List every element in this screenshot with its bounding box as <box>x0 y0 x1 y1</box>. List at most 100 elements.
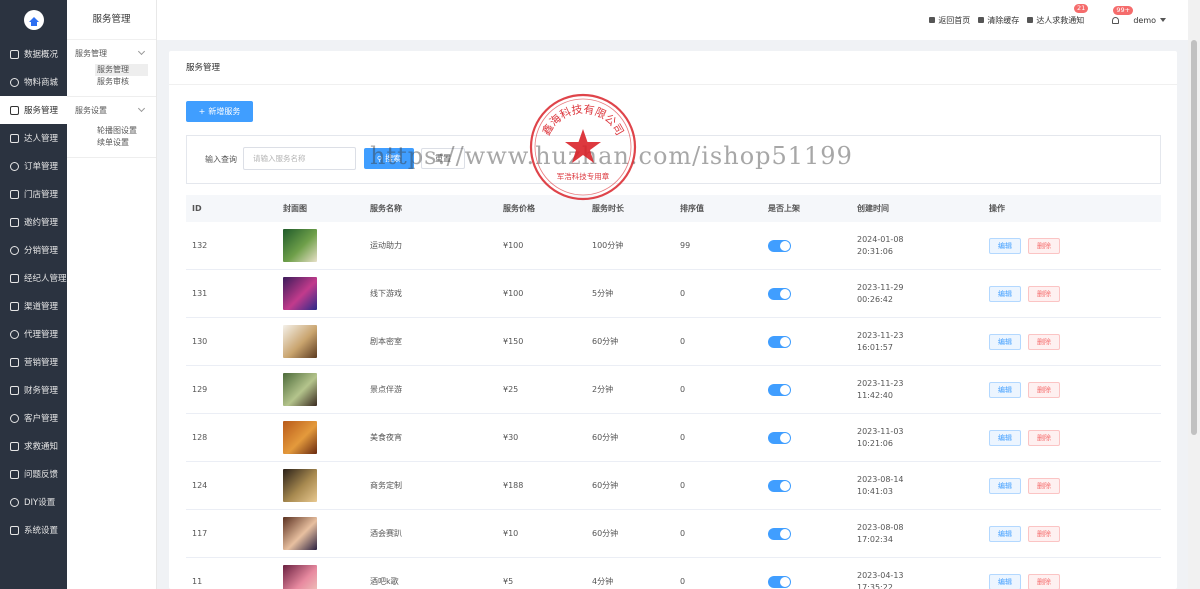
cover-image[interactable] <box>283 469 317 502</box>
edit-button[interactable]: 编辑 <box>989 285 1021 302</box>
edit-button[interactable]: 编辑 <box>989 525 1021 542</box>
add-service-button[interactable]: + 新增服务 <box>186 101 253 122</box>
cover-image[interactable] <box>283 517 317 550</box>
submenu-group-1[interactable]: 服务设置 <box>67 103 156 117</box>
cell-on-shelf <box>768 239 791 252</box>
on-shelf-toggle[interactable] <box>768 479 791 492</box>
on-shelf-toggle[interactable] <box>768 239 791 252</box>
sidebar-item-label: 问题反馈 <box>24 470 59 480</box>
feedback-icon <box>10 469 19 479</box>
sidebar-item-4[interactable]: 订单管理 <box>0 152 67 180</box>
created-date: 2023-11-23 <box>857 378 904 388</box>
cover-image[interactable] <box>283 373 317 406</box>
on-shelf-toggle[interactable] <box>768 431 791 444</box>
cell-created: 2023-08-08 17:02:34 <box>857 522 904 546</box>
page-title: 服务管理 <box>169 51 1177 85</box>
sidebar-item-10[interactable]: 代理管理 <box>0 320 67 348</box>
sidebar-item-label: 门店管理 <box>24 190 59 200</box>
delete-button[interactable]: 删除 <box>1028 333 1060 350</box>
cover-image[interactable] <box>283 229 317 262</box>
cell-on-shelf <box>768 335 791 348</box>
edit-button[interactable]: 编辑 <box>989 477 1021 494</box>
cover-image[interactable] <box>283 325 317 358</box>
on-shelf-toggle[interactable] <box>768 287 791 300</box>
user-menu[interactable]: demo <box>1133 16 1166 25</box>
table-row: 124 商务定制 ¥188 60分钟 0 2023-08-14 10:41:03 编辑 删除 <box>186 462 1161 510</box>
submenu-item[interactable]: 续单设置 <box>67 137 148 149</box>
header-price: 服务价格 <box>503 204 535 213</box>
cell-cover <box>283 373 317 406</box>
submenu-item[interactable]: 轮播图设置 <box>67 125 148 137</box>
sidebar-item-label: 系统设置 <box>24 526 59 536</box>
sidebar-item-12[interactable]: 财务管理 <box>0 376 67 404</box>
sidebar-item-7[interactable]: 分销管理 <box>0 236 67 264</box>
sidebar-item-3[interactable]: 达人管理 <box>0 124 67 152</box>
sidebar-item-1[interactable]: 物料商城 <box>0 68 67 96</box>
table-body: 132 运动助力 ¥100 100分钟 99 2024-01-08 20:31:06 编辑 删除… <box>186 222 1161 589</box>
sidebar-item-6[interactable]: 邀约管理 <box>0 208 67 236</box>
sidebar-item-2[interactable]: 服务管理 <box>0 96 67 124</box>
created-time: 20:31:06 <box>857 246 893 256</box>
edit-button[interactable]: 编辑 <box>989 333 1021 350</box>
sidebar-item-0[interactable]: 数据概况 <box>0 40 67 68</box>
rescue-notice-label: 达人求救通知 <box>1036 15 1085 25</box>
submenu-item[interactable]: 服务审核 <box>67 76 148 88</box>
cell-price: ¥100 <box>503 289 524 298</box>
delete-button[interactable]: 删除 <box>1028 429 1060 446</box>
on-shelf-toggle[interactable] <box>768 575 791 588</box>
return-home-label: 返回首页 <box>938 15 971 25</box>
on-shelf-toggle[interactable] <box>768 335 791 348</box>
clear-cache-link[interactable]: 清除缓存 <box>978 15 1019 26</box>
bell-icon <box>10 441 19 451</box>
cover-image[interactable] <box>283 277 317 310</box>
created-date: 2023-11-03 <box>857 426 904 436</box>
add-service-label: 新增服务 <box>208 107 241 116</box>
cell-on-shelf <box>768 575 791 588</box>
sidebar-item-17[interactable]: 系统设置 <box>0 516 67 544</box>
cell-created: 2023-11-23 16:01:57 <box>857 330 904 354</box>
cell-price: ¥10 <box>503 529 519 538</box>
sidebar-item-8[interactable]: 经纪人管理 <box>0 264 67 292</box>
notification-bell[interactable]: 99+ <box>1112 5 1134 24</box>
sidebar-item-11[interactable]: 营销管理 <box>0 348 67 376</box>
sidebar-item-14[interactable]: 求救通知 <box>0 432 67 460</box>
sidebar-item-9[interactable]: 渠道管理 <box>0 292 67 320</box>
edit-button[interactable]: 编辑 <box>989 429 1021 446</box>
rescue-notice-link[interactable]: 达人求救通知 21 <box>1027 3 1089 26</box>
delete-button[interactable]: 删除 <box>1028 285 1060 302</box>
bell-icon <box>1112 16 1120 24</box>
cell-price: ¥5 <box>503 577 514 586</box>
scrollbar-thumb[interactable] <box>1191 40 1197 435</box>
cover-image[interactable] <box>283 565 317 589</box>
created-time: 11:42:40 <box>857 390 893 400</box>
delete-button[interactable]: 删除 <box>1028 477 1060 494</box>
on-shelf-toggle[interactable] <box>768 383 791 396</box>
edit-button[interactable]: 编辑 <box>989 237 1021 254</box>
delete-button[interactable]: 删除 <box>1028 573 1060 589</box>
store-icon <box>10 189 19 199</box>
delete-button[interactable]: 删除 <box>1028 237 1060 254</box>
return-home-link[interactable]: 返回首页 <box>929 15 970 26</box>
delete-button[interactable]: 删除 <box>1028 381 1060 398</box>
sidebar-item-15[interactable]: 问题反馈 <box>0 460 67 488</box>
submenu-item[interactable]: 服务管理 <box>95 64 148 76</box>
on-shelf-toggle[interactable] <box>768 527 791 540</box>
table-row: 11 酒吧k歌 ¥5 4分钟 0 2023-04-13 17:35:22 编辑 删除 <box>186 558 1161 589</box>
delete-button[interactable]: 删除 <box>1028 525 1060 542</box>
created-date: 2023-08-08 <box>857 522 904 532</box>
cell-sort: 0 <box>680 577 686 586</box>
sidebar-item-5[interactable]: 门店管理 <box>0 180 67 208</box>
header-actions: 操作 <box>989 204 1005 213</box>
cover-image[interactable] <box>283 421 317 454</box>
divider <box>67 96 156 97</box>
sidebar-item-13[interactable]: 客户管理 <box>0 404 67 432</box>
submenu-group-0[interactable]: 服务管理 <box>67 46 156 60</box>
edit-button[interactable]: 编辑 <box>989 573 1021 589</box>
page-scrollbar[interactable] <box>1188 0 1200 589</box>
logo[interactable] <box>0 0 67 40</box>
customer-icon <box>10 413 19 423</box>
sidebar-item-16[interactable]: DIY设置 <box>0 488 67 516</box>
edit-button[interactable]: 编辑 <box>989 381 1021 398</box>
search-input[interactable] <box>243 147 356 170</box>
cell-name: 酒会赛趴 <box>370 529 402 538</box>
